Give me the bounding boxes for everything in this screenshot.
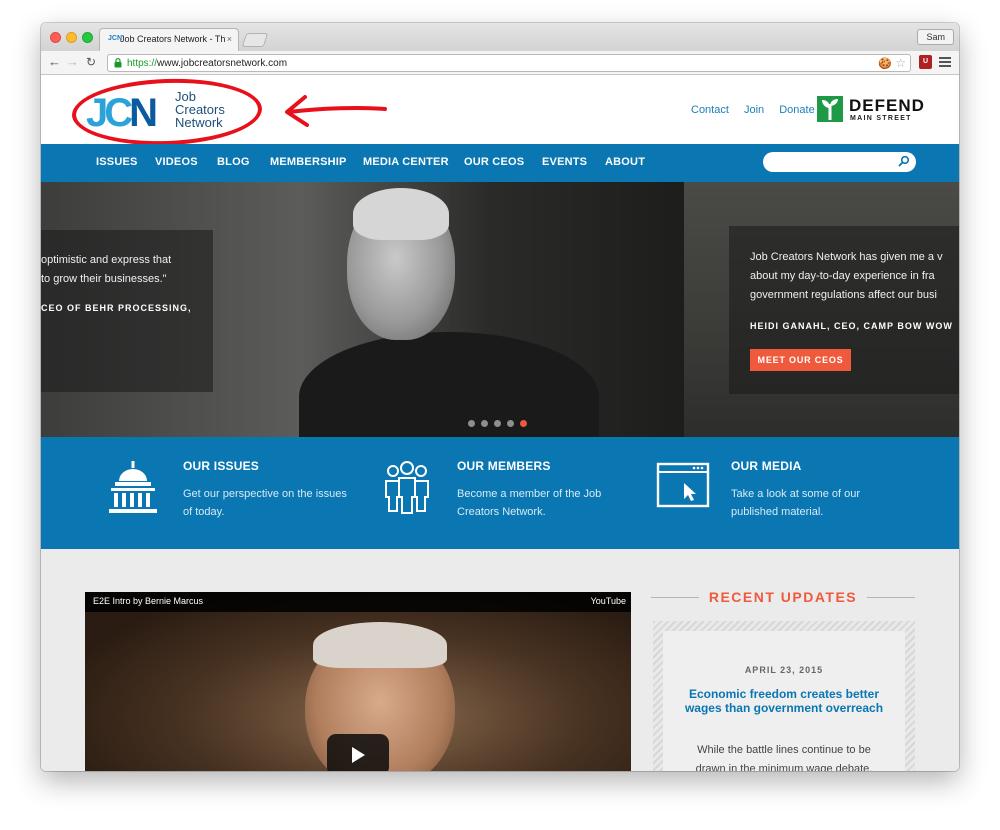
- browser-cursor-icon[interactable]: [656, 459, 712, 517]
- features-band: OUR ISSUES Get our perspective on the is…: [41, 437, 959, 549]
- tab-strip: JCN Job Creators Network - Th × Sam: [41, 23, 959, 51]
- carousel-dot-active[interactable]: [520, 420, 527, 427]
- red-circle-annotation: [70, 76, 264, 149]
- update-excerpt: While the battle lines continue to be dr…: [695, 744, 873, 771]
- carousel-dot[interactable]: [507, 420, 514, 427]
- donate-link[interactable]: Donate: [779, 104, 814, 116]
- browser-window: JCN Job Creators Network - Th × Sam ← → …: [41, 23, 959, 771]
- right-quote-attribution: HEIDI GANAHL, CEO, CAMP BOW WOW: [750, 321, 953, 331]
- nav-events[interactable]: EVENTS: [542, 156, 587, 168]
- extension-icon[interactable]: U: [919, 55, 932, 69]
- zoom-window-button[interactable]: [82, 32, 93, 43]
- right-quote: Job Creators Network has given me a v ab…: [750, 248, 943, 305]
- nav-our-ceos[interactable]: OUR CEOS: [464, 156, 524, 168]
- menu-icon[interactable]: [939, 57, 951, 67]
- video-title[interactable]: E2E Intro by Bernie Marcus: [93, 596, 203, 606]
- our-issues-desc: Get our perspective on the issues of tod…: [183, 488, 347, 518]
- capitol-icon[interactable]: [107, 459, 159, 517]
- nav-about[interactable]: ABOUT: [605, 156, 645, 168]
- nav-issues[interactable]: ISSUES: [96, 156, 138, 168]
- forward-arrow-icon[interactable]: →: [66, 54, 79, 70]
- play-button[interactable]: [327, 734, 389, 771]
- recent-updates-heading: RECENT UPDATES: [708, 589, 858, 605]
- nav-membership[interactable]: MEMBERSHIP: [270, 156, 347, 168]
- tab-close-icon[interactable]: ×: [227, 34, 232, 44]
- our-media-desc: Take a look at some of our published mat…: [731, 488, 861, 518]
- web-page: JCN Job Creators Network Contact Join Do…: [41, 76, 959, 771]
- right-quote-line: about my day-to-day experience in fra: [750, 270, 935, 282]
- nav-videos[interactable]: VIDEOS: [155, 156, 198, 168]
- people-icon[interactable]: [381, 459, 433, 517]
- carousel-dot[interactable]: [468, 420, 475, 427]
- defend-subtitle: MAIN STREET: [850, 115, 912, 122]
- profile-button[interactable]: Sam: [917, 29, 954, 45]
- nav-media-center[interactable]: MEDIA CENTER: [363, 156, 449, 168]
- defend-main-street-logo[interactable]: DEFEND MAIN STREET: [817, 96, 924, 126]
- address-bar[interactable]: https://www.jobcreatorsnetwork.com 🍪 ☆: [107, 54, 911, 72]
- nav-blog[interactable]: BLOG: [217, 156, 250, 168]
- carousel-dot[interactable]: [494, 420, 501, 427]
- new-tab-button[interactable]: [241, 33, 269, 47]
- defend-title: DEFEND: [849, 96, 925, 115]
- contact-link[interactable]: Contact: [691, 104, 729, 116]
- update-title-link[interactable]: Economic freedom creates better wages th…: [681, 687, 887, 715]
- search-input[interactable]: [763, 152, 916, 172]
- sprout-icon: [817, 96, 843, 122]
- our-members-title[interactable]: OUR MEMBERS: [457, 459, 551, 473]
- minimize-window-button[interactable]: [66, 32, 77, 43]
- url-scheme: https://: [127, 58, 158, 69]
- main-nav: ISSUES VIDEOS BLOG MEMBERSHIP MEDIA CENT…: [41, 144, 959, 182]
- our-media-title[interactable]: OUR MEDIA: [731, 459, 801, 473]
- play-icon: [352, 747, 365, 763]
- carousel-dots: [468, 414, 533, 432]
- left-quote: optimistic and express that to grow thei…: [41, 251, 171, 289]
- search-icon[interactable]: [898, 155, 910, 167]
- url-host: www.jobcreatorsnetwork.com: [157, 58, 288, 69]
- update-date: APRIL 23, 2015: [744, 665, 824, 675]
- left-quote-attribution: CEO OF BEHR PROCESSING,: [41, 303, 192, 313]
- browser-toolbar: ← → ↻ https://www.jobcreatorsnetwork.com…: [41, 51, 959, 75]
- youtube-video-player[interactable]: E2E Intro by Bernie Marcus YouTube: [85, 592, 631, 771]
- red-arrow-annotation: [285, 95, 387, 127]
- bookmark-star-icon[interactable]: ☆: [895, 56, 906, 70]
- right-quote-line: Job Creators Network has given me a v: [750, 251, 943, 263]
- left-quote-line: to grow their businesses.": [41, 273, 167, 285]
- lock-icon: [114, 58, 122, 68]
- hero-carousel[interactable]: optimistic and express that to grow thei…: [41, 182, 959, 437]
- close-window-button[interactable]: [50, 32, 61, 43]
- video-title-bar: E2E Intro by Bernie Marcus YouTube: [85, 592, 631, 612]
- site-header: JCN Job Creators Network Contact Join Do…: [41, 76, 959, 149]
- right-quote-line: government regulations affect our busi: [750, 289, 937, 301]
- tab-title: Job Creators Network - Th: [120, 34, 225, 44]
- browser-tab[interactable]: JCN Job Creators Network - Th ×: [99, 28, 239, 51]
- url-text: https://www.jobcreatorsnetwork.com: [127, 58, 287, 69]
- cookie-extension-icon[interactable]: 🍪: [878, 57, 892, 70]
- portrait-hair: [353, 188, 449, 240]
- video-speaker-hair: [313, 622, 447, 668]
- back-arrow-icon[interactable]: ←: [48, 54, 61, 70]
- our-issues-title[interactable]: OUR ISSUES: [183, 459, 259, 473]
- update-card[interactable]: APRIL 23, 2015 Economic freedom creates …: [653, 621, 915, 771]
- recent-updates-header: RECENT UPDATES: [651, 589, 915, 605]
- header-links: Contact Join Donate: [691, 104, 827, 116]
- reload-icon[interactable]: ↻: [86, 54, 96, 70]
- content-area: E2E Intro by Bernie Marcus YouTube RECEN…: [41, 549, 959, 771]
- meet-our-ceos-button[interactable]: MEET OUR CEOS: [750, 349, 851, 371]
- our-members-desc: Become a member of the Job Creators Netw…: [457, 488, 602, 518]
- carousel-dot[interactable]: [481, 420, 488, 427]
- youtube-logo[interactable]: YouTube: [591, 596, 626, 606]
- left-quote-line: optimistic and express that: [41, 254, 172, 266]
- update-card-inner: APRIL 23, 2015 Economic freedom creates …: [663, 631, 905, 771]
- join-link[interactable]: Join: [744, 104, 764, 116]
